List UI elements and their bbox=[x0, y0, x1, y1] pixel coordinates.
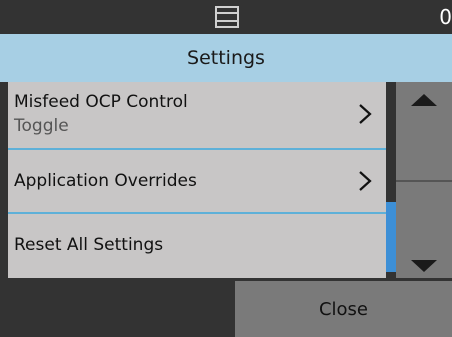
list-item-label: Reset All Settings bbox=[14, 235, 164, 255]
chevron-right-icon bbox=[359, 104, 372, 124]
list-item-value: Toggle bbox=[14, 116, 69, 136]
scroll-down-button[interactable] bbox=[396, 182, 452, 278]
list-item-label: Misfeed OCP Control bbox=[14, 92, 188, 112]
arrow-up-icon bbox=[411, 94, 437, 106]
list-item-label: Application Overrides bbox=[14, 171, 197, 191]
scrollbar[interactable] bbox=[386, 82, 452, 278]
scanner-icon bbox=[215, 6, 239, 28]
scroll-thumb[interactable] bbox=[386, 202, 396, 272]
close-button[interactable]: Close bbox=[235, 281, 452, 337]
scroll-track[interactable] bbox=[386, 82, 396, 278]
scroll-up-button[interactable] bbox=[396, 82, 452, 180]
page-title-bar: Settings bbox=[0, 34, 452, 82]
status-bar: 0 bbox=[0, 0, 452, 34]
list-item-application-overrides[interactable]: Application Overrides bbox=[8, 150, 386, 212]
chevron-right-icon bbox=[359, 171, 372, 191]
list-item-misfeed-ocp-control[interactable]: Misfeed OCP Control Toggle bbox=[8, 82, 386, 148]
page-counter: 0 bbox=[439, 5, 452, 29]
list-item-reset-all-settings[interactable]: Reset All Settings bbox=[8, 214, 386, 278]
arrow-down-icon bbox=[411, 260, 437, 272]
settings-list: Misfeed OCP Control Toggle Application O… bbox=[8, 82, 386, 278]
bottom-bar: Close bbox=[0, 278, 452, 337]
page-title: Settings bbox=[187, 47, 265, 69]
